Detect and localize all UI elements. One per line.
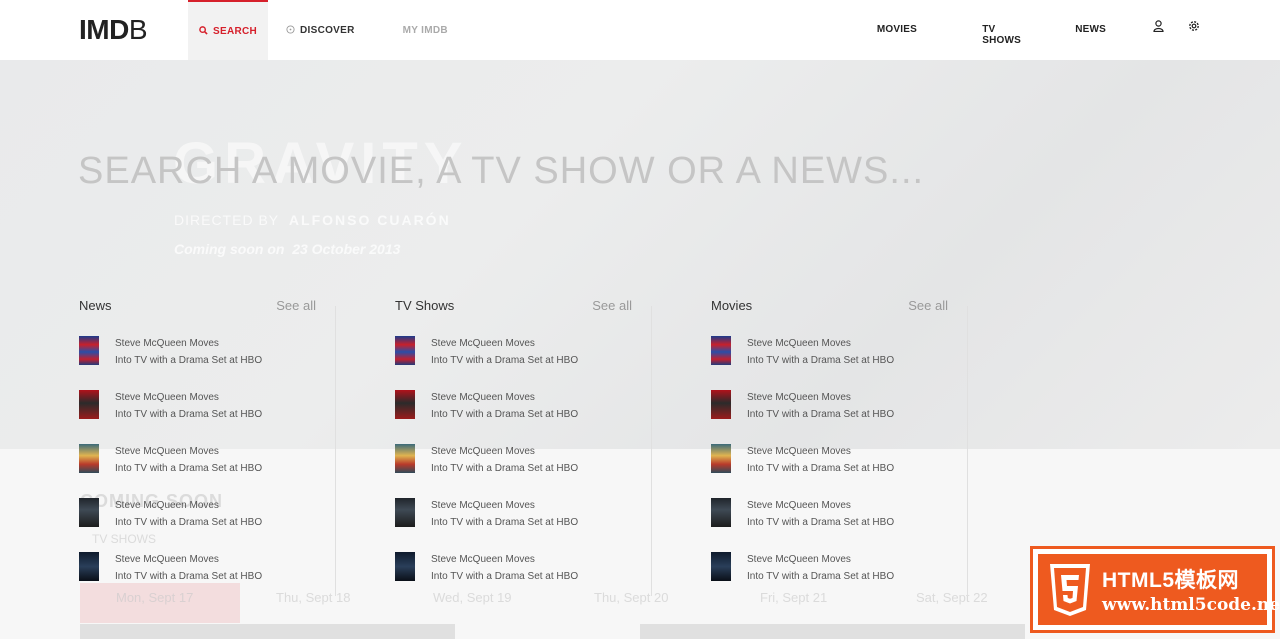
- nav-tvshows[interactable]: TV SHOWS: [982, 24, 1021, 46]
- imdb-logo[interactable]: IMDB: [79, 14, 148, 46]
- see-all-link[interactable]: See all: [908, 298, 948, 316]
- nav-myimdb[interactable]: MY IMDB: [392, 0, 459, 60]
- thumbnail: [395, 444, 415, 473]
- watermark-panel: HTML5模板网 www.html5code.net: [1038, 554, 1280, 625]
- coming-soon-tab[interactable]: TV SHOWS: [92, 532, 156, 546]
- thumbnail: [711, 444, 731, 473]
- list-item[interactable]: Steve McQueen Moves Into TV with a Drama …: [711, 443, 894, 477]
- column-header: TV Shows See all: [395, 298, 632, 316]
- primary-nav: SEARCH DISCOVER MY IMDB: [188, 0, 459, 60]
- thumbnail: [711, 552, 731, 581]
- list-item[interactable]: Steve McQueen Moves Into TV with a Drama …: [711, 389, 894, 423]
- nav-search[interactable]: SEARCH: [188, 0, 268, 60]
- column-header: Movies See all: [711, 298, 948, 316]
- thumbnail: [79, 444, 99, 473]
- list-item[interactable]: Steve McQueen Moves Into TV with a Drama …: [79, 551, 262, 585]
- search-headline[interactable]: SEARCH A MOVIE, A TV SHOW OR A NEWS...: [78, 150, 924, 193]
- day-tab[interactable]: Fri, Sept 21: [760, 590, 827, 605]
- day-tab[interactable]: Sat, Sept 22: [916, 590, 988, 605]
- list-item[interactable]: Steve McQueen Moves Into TV with a Drama …: [395, 551, 578, 585]
- list-item[interactable]: Steve McQueen Moves Into TV with a Drama …: [79, 497, 262, 531]
- thumbnail: [79, 552, 99, 581]
- thumbnail: [79, 390, 99, 419]
- hero-director: DIRECTED BY ALFONSO CUARÓN: [174, 212, 451, 228]
- list-item[interactable]: Steve McQueen Moves Into TV with a Drama …: [79, 389, 262, 423]
- column-title: TV Shows: [395, 298, 455, 313]
- list-item[interactable]: Steve McQueen Moves Into TV with a Drama …: [711, 551, 894, 585]
- day-tab[interactable]: Mon, Sept 17: [116, 590, 193, 605]
- column-title: News: [79, 298, 112, 313]
- see-all-link[interactable]: See all: [276, 298, 316, 316]
- list-item[interactable]: Steve McQueen Moves Into TV with a Drama …: [395, 443, 578, 477]
- watermark-badge: HTML5模板网 www.html5code.net: [1030, 546, 1280, 633]
- thumbnail: [395, 552, 415, 581]
- thumbnail: [711, 498, 731, 527]
- gear-icon[interactable]: [1188, 20, 1200, 35]
- list-item[interactable]: Steve McQueen Moves Into TV with a Drama …: [79, 443, 262, 477]
- compass-icon: [286, 24, 295, 36]
- see-all-link[interactable]: See all: [592, 298, 632, 316]
- list-item[interactable]: Steve McQueen Moves Into TV with a Drama …: [395, 497, 578, 531]
- column-divider: [335, 306, 336, 596]
- column-header: News See all: [79, 298, 316, 316]
- hero-coming: Coming soon on 23 October 2013: [174, 241, 401, 257]
- watermark-url: www.html5code.net: [1102, 595, 1280, 615]
- nav-news[interactable]: NEWS: [1075, 24, 1106, 35]
- list-item[interactable]: Steve McQueen Moves Into TV with a Drama …: [395, 389, 578, 423]
- nav-discover[interactable]: DISCOVER: [275, 0, 366, 60]
- nav-search-label: SEARCH: [213, 25, 258, 37]
- column-title: Movies: [711, 298, 753, 313]
- search-icon: [199, 25, 208, 37]
- list-item[interactable]: Steve McQueen Moves Into TV with a Drama …: [395, 335, 578, 369]
- nav-movies[interactable]: MOVIES: [877, 24, 917, 35]
- thumbnail: [711, 336, 731, 365]
- thumbnail: [395, 390, 415, 419]
- watermark-title: HTML5模板网: [1102, 569, 1239, 592]
- results-column-movies: Movies See all Steve McQueen Moves Into T…: [711, 298, 968, 596]
- results-column-tvshows: TV Shows See all Steve McQueen Moves Into…: [395, 298, 652, 596]
- list-item[interactable]: Steve McQueen Moves Into TV with a Drama …: [79, 335, 262, 369]
- html5-shield-icon: [1050, 564, 1090, 616]
- day-tab[interactable]: Wed, Sept 19: [433, 590, 512, 605]
- results-column-news: News See all Steve McQueen Moves Into TV …: [79, 298, 336, 596]
- top-header: IMDB SEARCH DISCOVER MY IMDB MOVIES TV S…: [0, 0, 1280, 60]
- day-tab[interactable]: Thu, Sept 18: [276, 590, 350, 605]
- coming-soon-image: [640, 624, 1025, 639]
- thumbnail: [395, 498, 415, 527]
- list-item[interactable]: Steve McQueen Moves Into TV with a Drama …: [711, 497, 894, 531]
- column-divider: [651, 306, 652, 596]
- user-icon[interactable]: [1153, 20, 1164, 35]
- thumbnail: [79, 336, 99, 365]
- column-divider: [967, 306, 968, 596]
- thumbnail: [79, 498, 99, 527]
- day-tab[interactable]: Thu, Sept 20: [594, 590, 668, 605]
- nav-myimdb-label: MY IMDB: [402, 24, 448, 36]
- coming-soon-image: [80, 624, 455, 639]
- nav-discover-label: DISCOVER: [300, 24, 355, 36]
- list-item[interactable]: Steve McQueen Moves Into TV with a Drama …: [711, 335, 894, 369]
- thumbnail: [395, 336, 415, 365]
- thumbnail: [711, 390, 731, 419]
